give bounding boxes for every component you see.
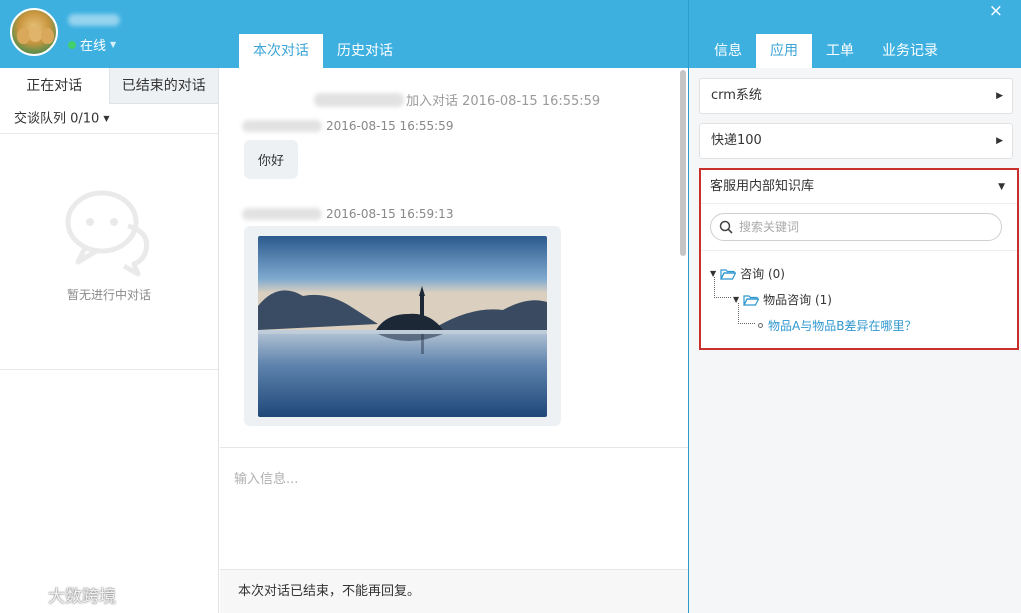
visitor-name-redacted: [314, 92, 404, 107]
chat-panel: 加入对话 2016-08-15 16:55:59 2016-08-15 16:5…: [220, 68, 688, 613]
knowledge-base-panel: 客服用内部知识库 ▼ ▼ 咨询 (0) ▼: [699, 168, 1019, 350]
sender-name-redacted: [242, 208, 322, 220]
leaf-dot-icon: [758, 323, 763, 328]
top-bar: 在线 ▼ 本次对话 历史对话 信息 应用 工单 业务记录 ×: [0, 0, 1021, 68]
triangle-down-icon: ▼: [998, 182, 1005, 192]
divider: [701, 250, 1017, 251]
message-input-area: [220, 449, 688, 569]
queue-selector[interactable]: 交谈队列 0/10 ▼: [0, 104, 218, 134]
empty-text: 暂无进行中对话: [66, 288, 151, 302]
knowledge-search: [710, 213, 1002, 241]
tree-node-item-consult[interactable]: ▼ 物品咨询 (1): [733, 291, 832, 308]
caret-down-icon: ▼: [110, 40, 117, 49]
app-kuaidi100[interactable]: 快递100 ▶: [699, 123, 1013, 159]
lake-photo[interactable]: [258, 236, 547, 417]
message-meta: 2016-08-15 16:55:59: [242, 119, 453, 133]
tree-leaf-label: 物品A与物品B差异在哪里？: [768, 319, 917, 333]
avatar-dog: [41, 28, 54, 44]
tab-ticket[interactable]: 工单: [812, 34, 868, 68]
chat-bubbles-icon: [65, 190, 150, 277]
lake-photo-image: [258, 236, 547, 417]
folder-open-icon: [743, 294, 760, 306]
watermark-logo-icon: [11, 584, 38, 602]
app-crm[interactable]: crm系统 ▶: [699, 78, 1013, 114]
message-meta: 2016-08-15 16:59:13: [242, 207, 453, 221]
knowledge-search-input[interactable]: [739, 220, 979, 234]
tab-business-records[interactable]: 业务记录: [868, 34, 952, 68]
tree-node-label: 物品咨询 (1): [763, 293, 832, 307]
system-join-message: 加入对话 2016-08-15 16:55:59: [314, 90, 600, 109]
message-scrollbar[interactable]: [680, 70, 686, 256]
search-icon: [719, 220, 733, 234]
avatar[interactable]: [10, 8, 58, 56]
close-icon[interactable]: ×: [989, 1, 1003, 21]
message-time: 2016-08-15 16:55:59: [326, 119, 454, 133]
knowledge-base-title: 客服用内部知识库: [710, 179, 815, 194]
conversation-ended-notice: 本次对话已结束，不能再回复。: [220, 569, 688, 613]
avatar-dog: [17, 28, 30, 44]
tab-current-chat[interactable]: 本次对话: [239, 34, 323, 68]
avatar-dog: [29, 26, 42, 42]
triangle-down-icon: ▼: [733, 295, 740, 304]
sender-name-redacted: [242, 120, 322, 132]
message-input[interactable]: [220, 449, 688, 569]
tree-node-consult[interactable]: ▼ 咨询 (0): [710, 265, 785, 282]
tab-history-chat[interactable]: 历史对话: [323, 34, 407, 68]
message-time: 2016-08-15 16:59:13: [326, 207, 454, 221]
message-list: 加入对话 2016-08-15 16:55:59 2016-08-15 16:5…: [220, 68, 688, 448]
conversation-tabs: 正在对话 已结束的对话: [0, 68, 218, 104]
watermark-text: 大数跨境: [48, 587, 116, 607]
tab-active-conversations[interactable]: 正在对话: [0, 68, 109, 104]
status-selector[interactable]: 在线 ▼: [68, 35, 116, 54]
tree-leaf-article[interactable]: 物品A与物品B差异在哪里？: [758, 317, 916, 334]
queue-label: 交谈队列 0/10: [14, 111, 100, 127]
knowledge-base-header[interactable]: 客服用内部知识库 ▼: [701, 170, 1017, 204]
app-kuaidi100-label: 快递100: [711, 133, 762, 148]
triangle-right-icon: ▶: [996, 91, 1003, 101]
tab-ended-conversations[interactable]: 已结束的对话: [108, 68, 218, 104]
tab-apps[interactable]: 应用: [756, 34, 812, 68]
apps-panel: crm系统 ▶ 快递100 ▶ 客服用内部知识库 ▼ ▼ 咨询 (0): [689, 68, 1021, 613]
folder-open-icon: [720, 268, 737, 280]
status-label: 在线: [80, 39, 107, 54]
left-panel: 正在对话 已结束的对话 交谈队列 0/10 ▼ 暂无进行中对话: [0, 68, 219, 613]
message-bubble: 你好: [244, 140, 299, 179]
image-message-bubble: [244, 226, 561, 426]
right-tabs: 信息 应用 工单 业务记录: [700, 34, 952, 68]
online-dot-icon: [68, 40, 76, 49]
caret-down-icon: ▼: [103, 114, 110, 123]
tab-info[interactable]: 信息: [700, 34, 756, 68]
watermark: 大数跨境: [10, 582, 116, 607]
tree-node-label: 咨询 (0): [740, 267, 785, 281]
center-tabs: 本次对话 历史对话: [239, 34, 407, 68]
triangle-down-icon: ▼: [710, 269, 717, 278]
empty-conversations: 暂无进行中对话: [0, 134, 218, 370]
username-redacted: [68, 14, 120, 26]
app-crm-label: crm系统: [711, 88, 762, 103]
triangle-right-icon: ▶: [996, 136, 1003, 146]
system-message-text: 加入对话 2016-08-15 16:55:59: [406, 94, 601, 109]
